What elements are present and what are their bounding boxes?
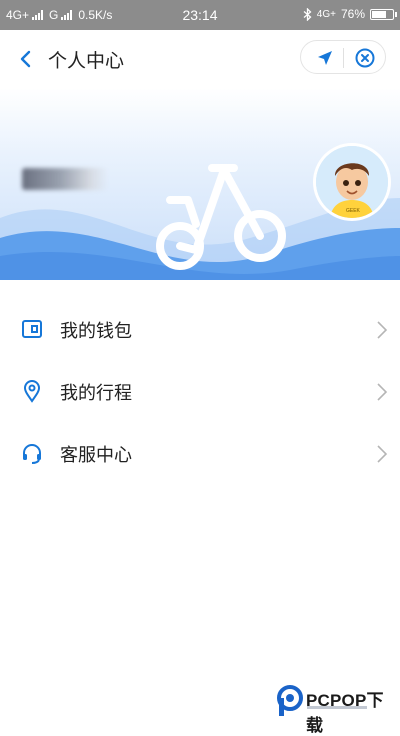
- menu-item-wallet[interactable]: 我的钱包: [0, 298, 400, 360]
- watermark-logo: PCPOP下载: [276, 682, 400, 735]
- chevron-left-icon: [20, 50, 31, 68]
- chevron-right-icon: [377, 321, 388, 339]
- avatar-image: GEEK: [316, 146, 388, 218]
- battery-icon: [370, 8, 397, 20]
- headset-icon: [23, 444, 41, 464]
- app-header: 个人中心: [0, 30, 400, 88]
- menu-list: 我的钱包 我的行程 客服中心: [0, 298, 400, 484]
- chevron-right-icon: [377, 445, 388, 463]
- menu-label-support: 客服中心: [60, 445, 132, 466]
- bluetooth-icon: [303, 7, 312, 21]
- avatar[interactable]: GEEK: [316, 146, 388, 218]
- mini-program-capsule: [300, 40, 386, 74]
- location-button[interactable]: [313, 46, 337, 70]
- capsule-divider: [343, 48, 344, 68]
- status-bar: 4G+ G 0.5K/s 23:14 4G+ 76%: [0, 0, 400, 30]
- menu-item-trips[interactable]: 我的行程: [0, 360, 400, 422]
- navigation-arrow-icon: [318, 51, 332, 65]
- menu-label-trips: 我的行程: [60, 383, 132, 404]
- menu-item-support[interactable]: 客服中心: [0, 422, 400, 484]
- chevron-right-icon: [377, 383, 388, 401]
- back-button[interactable]: [14, 46, 40, 72]
- watermark-icon: [277, 685, 303, 716]
- status-right: 4G+ 76%: [303, 7, 397, 21]
- close-circle-icon: [355, 48, 375, 68]
- network-type-right: 4G+: [316, 8, 336, 20]
- close-button[interactable]: [353, 46, 377, 70]
- watermark-text: PCPOP下载: [306, 691, 384, 735]
- profile-banner: GEEK: [0, 88, 400, 280]
- battery-percent: 76%: [340, 7, 365, 21]
- bike-illustration: [156, 164, 286, 270]
- battery-fill: [372, 10, 386, 18]
- menu-label-wallet: 我的钱包: [60, 321, 132, 342]
- wallet-icon: [22, 320, 42, 338]
- avatar-badge: GEEK: [346, 208, 361, 214]
- location-pin-icon: [23, 380, 41, 403]
- username-redacted: [22, 168, 108, 190]
- page-title: 个人中心: [48, 50, 125, 72]
- watermark-subline: [307, 706, 367, 709]
